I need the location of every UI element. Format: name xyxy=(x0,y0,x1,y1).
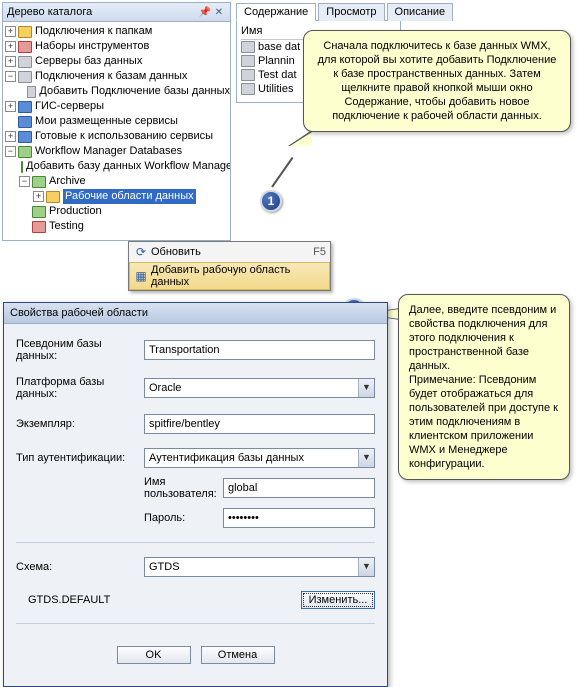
tree-node-db-servers[interactable]: +Серверы баз данных xyxy=(5,54,230,69)
label-auth: Тип аутентификации: xyxy=(16,452,144,464)
tabstrip: Содержание Просмотр Описание xyxy=(236,2,401,21)
auth-select[interactable]: Аутентификация базы данных ▼ xyxy=(144,448,375,468)
context-menu: ⟳ Обновить F5 ▦ Добавить рабочую область… xyxy=(128,241,331,291)
ctx-add-workspace[interactable]: ▦ Добавить рабочую область данных xyxy=(129,262,330,290)
username-field[interactable] xyxy=(223,478,375,498)
callout-2: Далее, введите псевдоним и свойства подк… xyxy=(398,294,570,480)
dialog-title: Свойства рабочей области xyxy=(4,303,387,324)
workspace-properties-dialog: Свойства рабочей области Псевдоним базы … xyxy=(3,302,388,687)
cancel-button[interactable]: Отмена xyxy=(201,646,275,664)
edit-button[interactable]: Изменить... xyxy=(301,591,375,609)
label-schema: Схема: xyxy=(16,561,144,573)
close-icon[interactable]: ✕ xyxy=(212,5,226,19)
ok-button[interactable]: OK xyxy=(117,646,191,664)
tree-node-add-db-conn[interactable]: Добавить Подключение базы данных xyxy=(5,84,230,99)
password-field[interactable] xyxy=(223,508,375,528)
callout-1: Сначала подключитесь к базе данных WMX, … xyxy=(303,30,571,132)
catalog-tree: +Подключения к папкам +Наборы инструмент… xyxy=(3,22,230,236)
chevron-down-icon[interactable]: ▼ xyxy=(358,558,374,576)
catalog-tree-panel: Дерево каталога 📌 ✕ +Подключения к папка… xyxy=(2,2,231,241)
tree-node-testing[interactable]: Testing xyxy=(5,219,230,234)
tab-contents[interactable]: Содержание xyxy=(236,3,316,21)
tree-node-data-workspaces[interactable]: +Рабочие области данных xyxy=(5,189,230,204)
schema-default-text: GTDS.DEFAULT xyxy=(28,594,301,606)
callout-pointer-tail xyxy=(271,157,293,188)
schema-select[interactable]: GTDS ▼ xyxy=(144,557,375,577)
label-alias: Псевдоним базы данных: xyxy=(16,338,144,362)
callout-pointer-1 xyxy=(288,130,312,146)
platform-select[interactable]: Oracle ▼ xyxy=(144,378,375,398)
tab-description[interactable]: Описание xyxy=(387,3,454,21)
label-instance: Экземпляр: xyxy=(16,418,144,430)
chevron-down-icon[interactable]: ▼ xyxy=(358,449,374,467)
tree-node-archive[interactable]: −Archive xyxy=(5,174,230,189)
tree-node-wmx-databases[interactable]: −Workflow Manager Databases xyxy=(5,144,230,159)
label-username: Имя пользователя: xyxy=(144,476,223,500)
pin-icon[interactable]: 📌 xyxy=(198,5,212,19)
label-platform: Платформа базы данных: xyxy=(16,376,144,400)
tree-node-add-wmx-db[interactable]: Добавить базу данных Workflow Manager xyxy=(5,159,230,174)
divider xyxy=(16,542,375,543)
label-password: Пароль: xyxy=(144,512,223,524)
catalog-title-text: Дерево каталога xyxy=(7,6,92,18)
tree-node-my-hosted[interactable]: Мои размещенные сервисы xyxy=(5,114,230,129)
step-badge-1: 1 xyxy=(260,190,282,212)
tree-node-toolboxes[interactable]: +Наборы инструментов xyxy=(5,39,230,54)
tree-node-ready-services[interactable]: +Готовые к использованию сервисы xyxy=(5,129,230,144)
tree-node-db-connections[interactable]: −Подключения к базам данных xyxy=(5,69,230,84)
instance-field[interactable] xyxy=(144,414,375,434)
ctx-refresh[interactable]: ⟳ Обновить F5 xyxy=(129,242,330,262)
tree-node-gis-servers[interactable]: +ГИС-серверы xyxy=(5,99,230,114)
tree-node-production[interactable]: Production xyxy=(5,204,230,219)
tree-node-folder-connections[interactable]: +Подключения к папкам xyxy=(5,24,230,39)
tab-preview[interactable]: Просмотр xyxy=(318,3,384,21)
divider xyxy=(16,623,375,624)
catalog-title-bar: Дерево каталога 📌 ✕ xyxy=(3,3,230,22)
chevron-down-icon[interactable]: ▼ xyxy=(358,379,374,397)
alias-field[interactable] xyxy=(144,340,375,360)
refresh-icon: ⟳ xyxy=(131,244,151,260)
add-workspace-icon: ▦ xyxy=(131,268,151,284)
